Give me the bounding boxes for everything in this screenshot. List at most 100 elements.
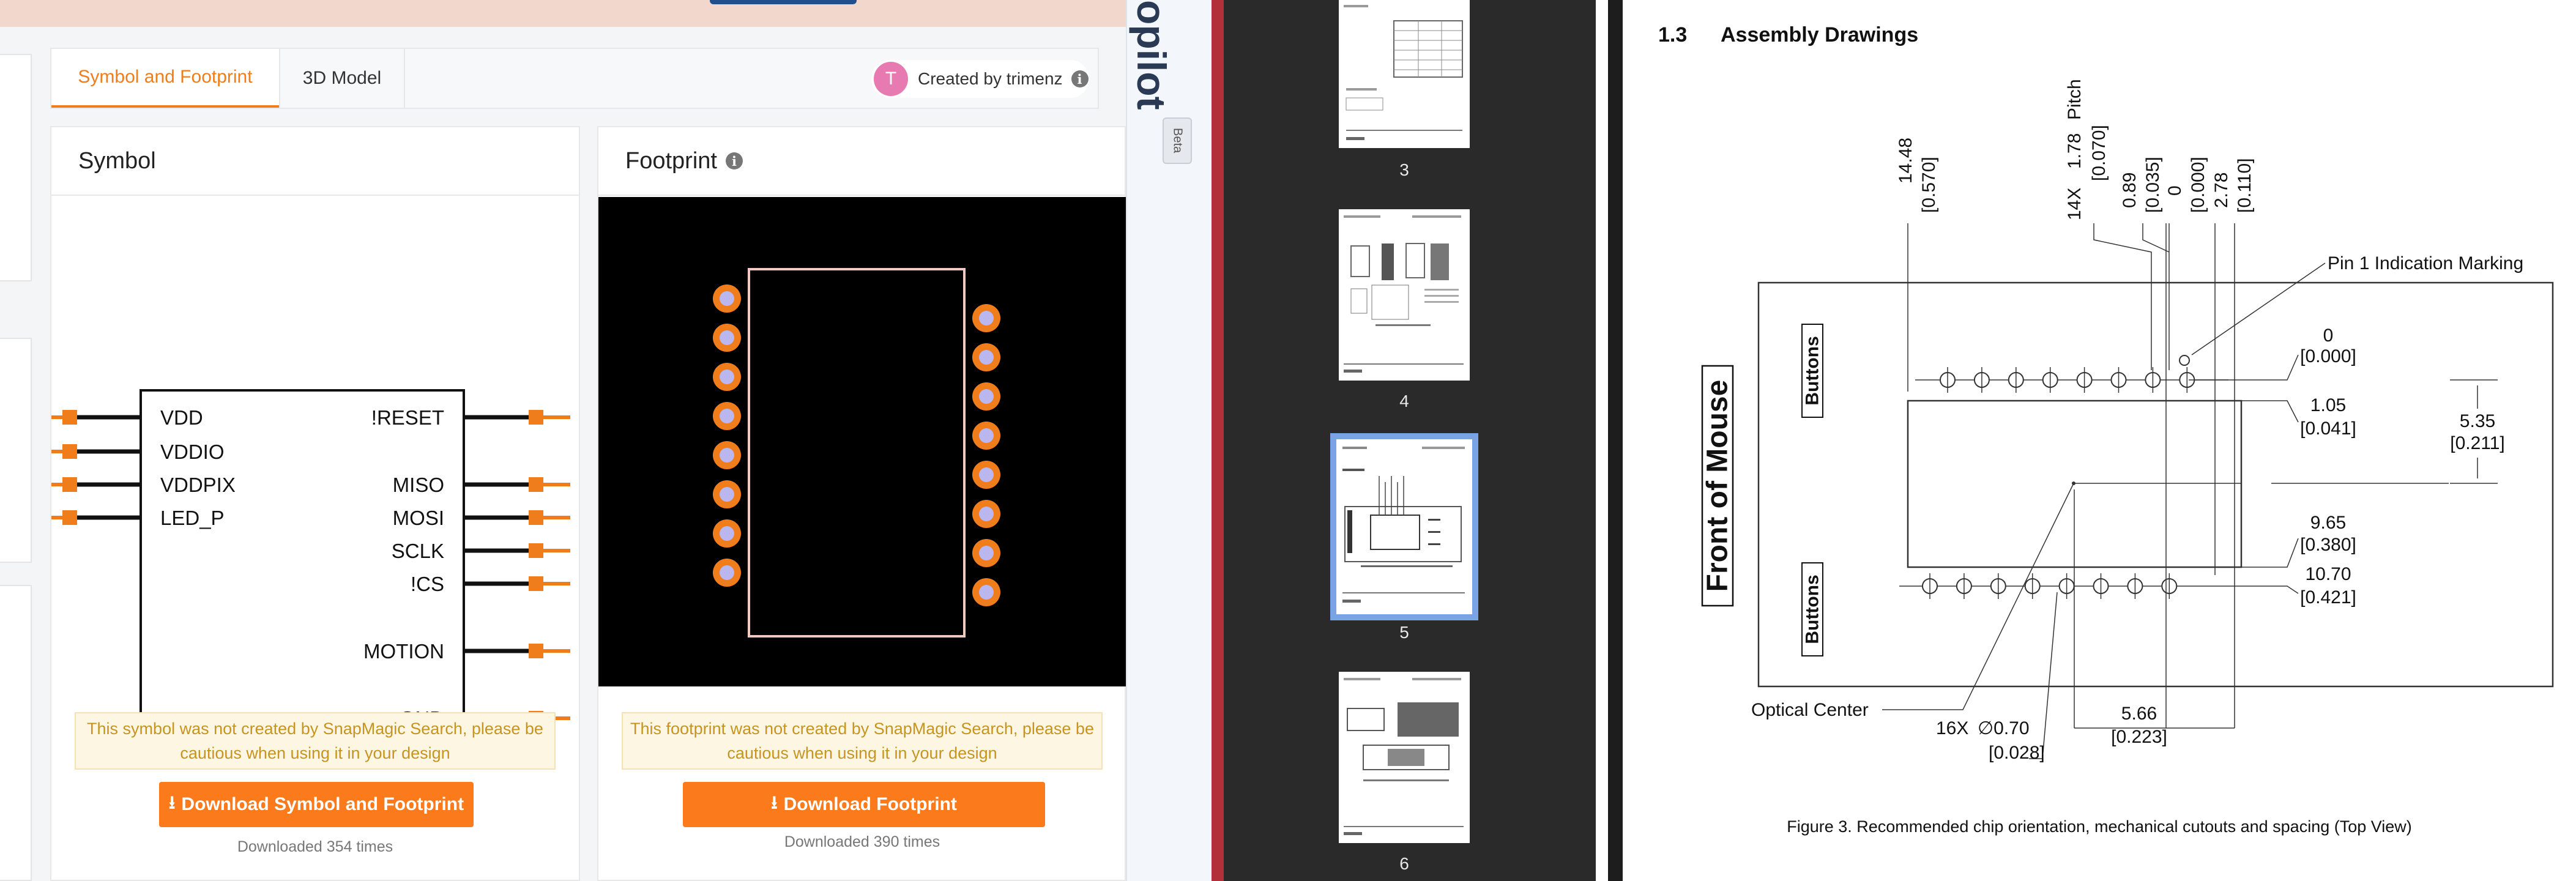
download-icon: ⭳ <box>771 792 778 813</box>
banner-button[interactable] <box>710 0 857 4</box>
footprint-pad <box>972 578 1000 606</box>
mounting-hole <box>2008 367 2024 393</box>
mounting-hole <box>2076 367 2093 393</box>
footprint-pad <box>713 441 741 469</box>
copilot-strip: opilot Beta <box>1126 0 1212 881</box>
document-page: 1.3 Assembly Drawings Front of Mouse But… <box>1623 0 2576 881</box>
thumbnail-page-4[interactable] <box>1339 209 1470 381</box>
dim-14-48: 14.48 <box>1896 138 1916 184</box>
footprint-warning: This footprint was not created by SnapMa… <box>622 712 1103 770</box>
footprint-pad <box>972 539 1000 567</box>
thumbnail-preview <box>1344 678 1464 835</box>
footprint-pad <box>972 304 1000 332</box>
footprint-pad <box>972 422 1000 450</box>
footprint-outline <box>748 268 966 638</box>
footprint-pad <box>972 461 1000 489</box>
symbol-pin-miso: MISO <box>393 474 570 496</box>
tab-3d-model[interactable]: 3D Model <box>279 49 405 108</box>
download-symbol-and-footprint-button[interactable]: ⭳ Download Symbol and Footprint <box>159 782 474 827</box>
symbol-pin-vddpix: VDDPIX <box>51 474 236 496</box>
thumbnail-page-5-selected[interactable] <box>1330 433 1478 620</box>
side-card <box>0 585 32 881</box>
thumbnail-page-5 <box>1336 439 1472 614</box>
thumbnail-page-number: 4 <box>1399 392 1409 411</box>
mounting-hole <box>2110 367 2127 393</box>
download-icon: ⭳ <box>168 792 176 813</box>
dim-r-1-05: 1.05 <box>2310 395 2346 415</box>
dim-r-10-70: 10.70 <box>2305 564 2351 584</box>
mounting-hole <box>1990 573 2006 599</box>
top-banner <box>0 0 1126 27</box>
footprint-pad <box>713 559 741 587</box>
mounting-hole <box>2127 573 2143 599</box>
dim-14x: 14X <box>2064 188 2085 220</box>
optical-center-label: Optical Center <box>1751 700 1869 720</box>
thumbnail-page-3[interactable] <box>1339 0 1470 148</box>
sidebar-resize-handle[interactable] <box>1608 0 1623 881</box>
buttons-label-bottom: Buttons <box>1803 574 1823 644</box>
beta-button[interactable]: Beta <box>1163 117 1192 164</box>
thumbnail-page-6[interactable] <box>1339 672 1470 843</box>
footprint-card: Footprint i This footprint was not creat… <box>597 126 1126 881</box>
download-footprint-label: Download Footprint <box>783 794 957 814</box>
symbol-pin-vddio: VDDIO <box>51 441 225 463</box>
symbol-card: Symbol VDD VDDIO VDDPIX LED_P !RESET MISO MOS… <box>50 126 580 881</box>
dim-2-78: 2.78 <box>2211 173 2232 208</box>
avatar: T <box>874 62 908 96</box>
figure-caption: Figure 3. Recommended chip orientation, … <box>1787 817 2412 836</box>
mounting-hole <box>1973 367 1990 393</box>
symbol-pin-mosi: MOSI <box>393 507 570 529</box>
tab-symbol-and-footprint[interactable]: Symbol and Footprint <box>51 49 279 108</box>
info-icon[interactable]: i <box>1071 70 1089 87</box>
bottom-dimensions: 16X ∅0.70 [0.028] 5.66 [0.223] <box>1936 704 2167 763</box>
footprint-download-count: Downloaded 390 times <box>784 833 940 850</box>
symbol-warning: This symbol was not created by SnapMagic… <box>75 712 556 770</box>
dim-r-9-65: 9.65 <box>2310 513 2346 533</box>
symbol-pin-label: !RESET <box>371 406 444 429</box>
footprint-card-title: Footprint <box>625 147 717 174</box>
footprint-pad <box>713 402 741 430</box>
footprint-pad <box>713 284 741 313</box>
thumbnail-page-number: 6 <box>1399 854 1409 873</box>
side-card <box>0 338 32 563</box>
symbol-pin-led_p: LED_P <box>51 507 225 529</box>
symbol-card-title: Symbol <box>51 127 579 196</box>
footprint-pad <box>972 382 1000 411</box>
board-outline <box>1757 281 2554 688</box>
download-symbol-label: Download Symbol and Footprint <box>181 794 464 814</box>
dim-0-035: [0.035] <box>2143 157 2163 213</box>
side-card <box>0 54 32 281</box>
assembly-drawing: Front of Mouse Buttons Buttons 14.48 [0.… <box>1702 79 2554 763</box>
dim-0-570: [0.570] <box>1919 157 1939 213</box>
symbol-pin-sclk: SCLK <box>392 540 570 562</box>
footprint-pad <box>972 343 1000 371</box>
info-icon[interactable]: i <box>725 152 743 169</box>
symbol-pin-label: MOSI <box>393 507 444 529</box>
dim-r-0: 0 <box>2323 325 2334 346</box>
symbol-download-count: Downloaded 354 times <box>237 838 393 855</box>
symbol-pin-label: SCLK <box>392 540 444 562</box>
footprint-card-header: Footprint i <box>598 127 1125 196</box>
dim-1-78: 1.78 <box>2064 133 2085 169</box>
symbol-pin-label: VDD <box>160 406 203 429</box>
creator-badge[interactable]: T Created by trimenz i <box>871 60 1089 98</box>
creator-label: Created by trimenz <box>918 69 1063 88</box>
footprint-pad <box>972 500 1000 528</box>
thumbnail-preview <box>1344 5 1463 140</box>
mounting-hole <box>1922 573 1938 599</box>
dim-0-110: [0.110] <box>2235 158 2255 213</box>
front-of-mouse-label: Front of Mouse <box>1702 380 1734 592</box>
symbol-pin-label: VDDPIX <box>160 474 236 496</box>
symbol-pin-motion: MOTION <box>363 640 570 663</box>
buttons-label-top: Buttons <box>1803 336 1823 405</box>
download-footprint-button[interactable]: ⭳ Download Footprint <box>683 782 1045 827</box>
dim-0-070: [0.070] <box>2089 125 2109 181</box>
dim-0-000: [0.000] <box>2188 157 2208 213</box>
symbol-pin-label: LED_P <box>160 507 225 529</box>
dim-0-70: ∅0.70 <box>1978 718 2030 738</box>
top-dimensions: 14.48 [0.570] 14X 1.78 [0.070] Pitch 0.8… <box>1896 79 2255 220</box>
dim-r-0-000: [0.000] <box>2300 346 2356 366</box>
mounting-hole <box>2161 573 2178 599</box>
dim-5-66: 5.66 <box>2121 704 2157 724</box>
pitch-label: Pitch <box>2064 79 2085 120</box>
